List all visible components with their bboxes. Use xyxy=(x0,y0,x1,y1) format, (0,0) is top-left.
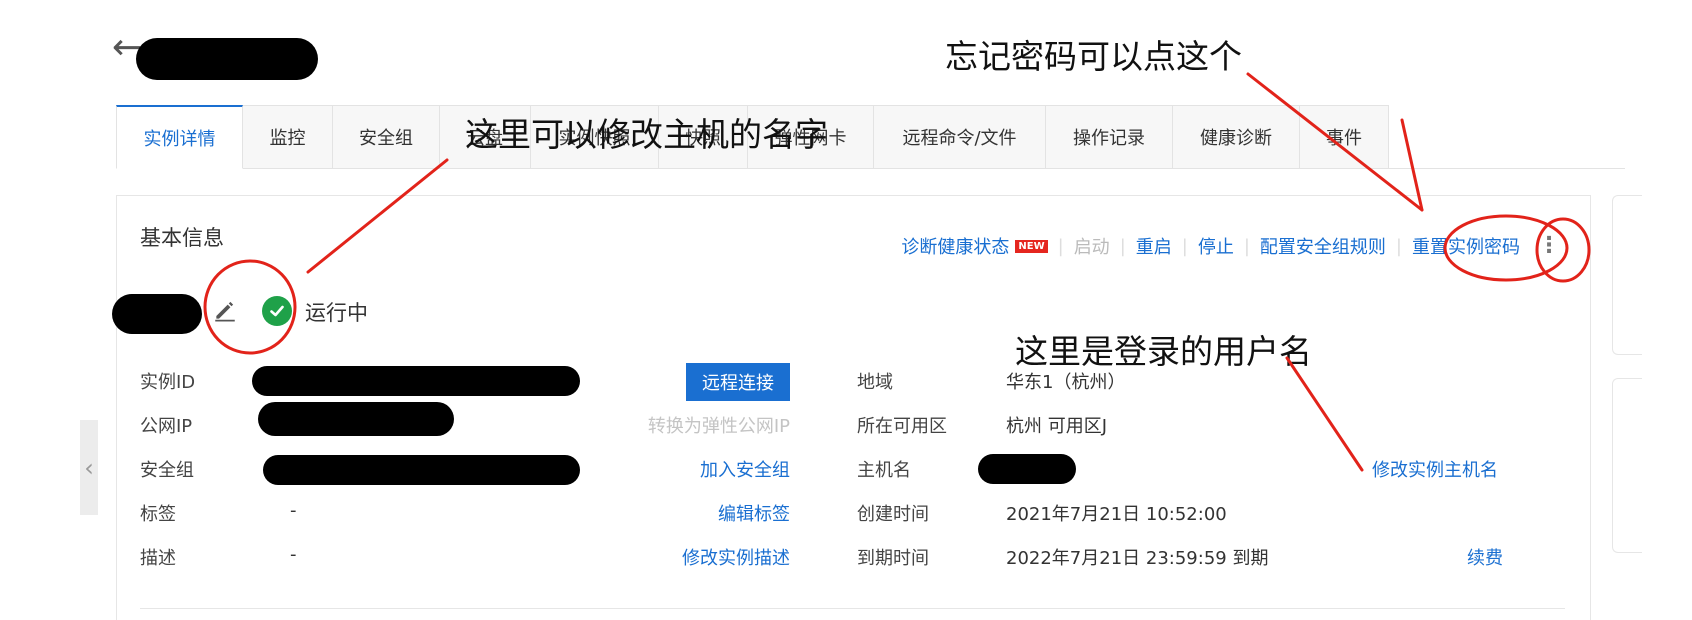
expire-time-label: 到期时间 xyxy=(857,548,929,569)
edit-hostname-link[interactable]: 修改实例主机名 xyxy=(1372,456,1498,482)
separator: | xyxy=(1181,235,1188,257)
join-security-group-link[interactable]: 加入安全组 xyxy=(590,456,790,482)
more-options-icon[interactable]: ⋮ xyxy=(1538,235,1560,257)
tab-security-group[interactable]: 安全组 xyxy=(333,105,440,169)
tab-monitoring[interactable]: 监控 xyxy=(243,105,333,169)
zone-value: 杭州 可用区J xyxy=(1006,416,1108,437)
section-divider xyxy=(140,608,1565,609)
hostname-label: 主机名 xyxy=(857,460,911,481)
separator: | xyxy=(1057,235,1064,257)
instance-name-redacted xyxy=(136,38,318,80)
instance-id-redacted xyxy=(252,366,580,396)
edit-pencil-icon[interactable] xyxy=(212,297,238,323)
instance-status: 运行中 xyxy=(305,301,368,325)
tab-instance-details[interactable]: 实例详情 xyxy=(116,105,243,169)
tab-operation-log[interactable]: 操作记录 xyxy=(1046,105,1173,169)
region-label: 地域 xyxy=(857,372,893,393)
tags-label: 标签 xyxy=(140,504,176,525)
instance-name-redacted xyxy=(112,294,202,334)
edit-description-link[interactable]: 修改实例描述 xyxy=(590,544,790,570)
description-label: 描述 xyxy=(140,548,176,569)
section-title: 基本信息 xyxy=(140,226,224,250)
tab-health-diagnosis[interactable]: 健康诊断 xyxy=(1173,105,1300,169)
created-time-value: 2021年7月21日 10:52:00 xyxy=(1006,504,1227,525)
separator: | xyxy=(1243,235,1250,257)
public-ip-label: 公网IP xyxy=(140,416,193,437)
tab-remote-command[interactable]: 远程命令/文件 xyxy=(874,105,1046,169)
tags-value: - xyxy=(290,500,297,521)
description-value: - xyxy=(290,544,297,565)
annotation-rename-host: 这里可以修改主机的名字 xyxy=(465,115,828,154)
edit-tags-link[interactable]: 编辑标签 xyxy=(590,500,790,526)
side-card-bottom xyxy=(1612,378,1642,553)
action-bar: 诊断健康状态 NEW | 启动 | 重启 | 停止 | 配置安全组规则 | 重置… xyxy=(901,233,1560,259)
stop-button[interactable]: 停止 xyxy=(1198,233,1234,259)
running-check-icon xyxy=(262,296,292,326)
convert-eip-link[interactable]: 转换为弹性公网IP xyxy=(580,412,790,438)
separator: | xyxy=(1395,235,1402,257)
security-group-label: 安全组 xyxy=(140,460,194,481)
collapse-handle-icon[interactable]: ‹ xyxy=(80,420,98,515)
configure-sg-rules-link[interactable]: 配置安全组规则 xyxy=(1260,233,1386,259)
public-ip-redacted xyxy=(258,402,454,436)
reset-password-link[interactable]: 重置实例密码 xyxy=(1412,233,1520,259)
diagnose-health-link[interactable]: 诊断健康状态 xyxy=(901,233,1009,259)
created-time-label: 创建时间 xyxy=(857,504,929,525)
new-badge: NEW xyxy=(1015,239,1048,253)
tab-events[interactable]: 事件 xyxy=(1300,105,1389,169)
instance-id-label: 实例ID xyxy=(140,372,196,393)
remote-connect-button[interactable]: 远程连接 xyxy=(686,363,790,401)
side-card-top xyxy=(1612,195,1642,355)
tab-divider xyxy=(1385,168,1625,169)
restart-button[interactable]: 重启 xyxy=(1136,233,1172,259)
annotation-login-user: 这里是登录的用户名 xyxy=(1015,332,1312,371)
start-button[interactable]: 启动 xyxy=(1074,233,1110,259)
security-group-redacted xyxy=(263,455,580,485)
zone-label: 所在可用区 xyxy=(857,416,947,437)
annotation-forgot-password: 忘记密码可以点这个 xyxy=(945,37,1242,76)
hostname-redacted xyxy=(978,454,1076,484)
separator: | xyxy=(1119,235,1126,257)
expire-time-value: 2022年7月21日 23:59:59 到期 xyxy=(1006,548,1269,569)
renew-link[interactable]: 续费 xyxy=(1467,544,1503,570)
